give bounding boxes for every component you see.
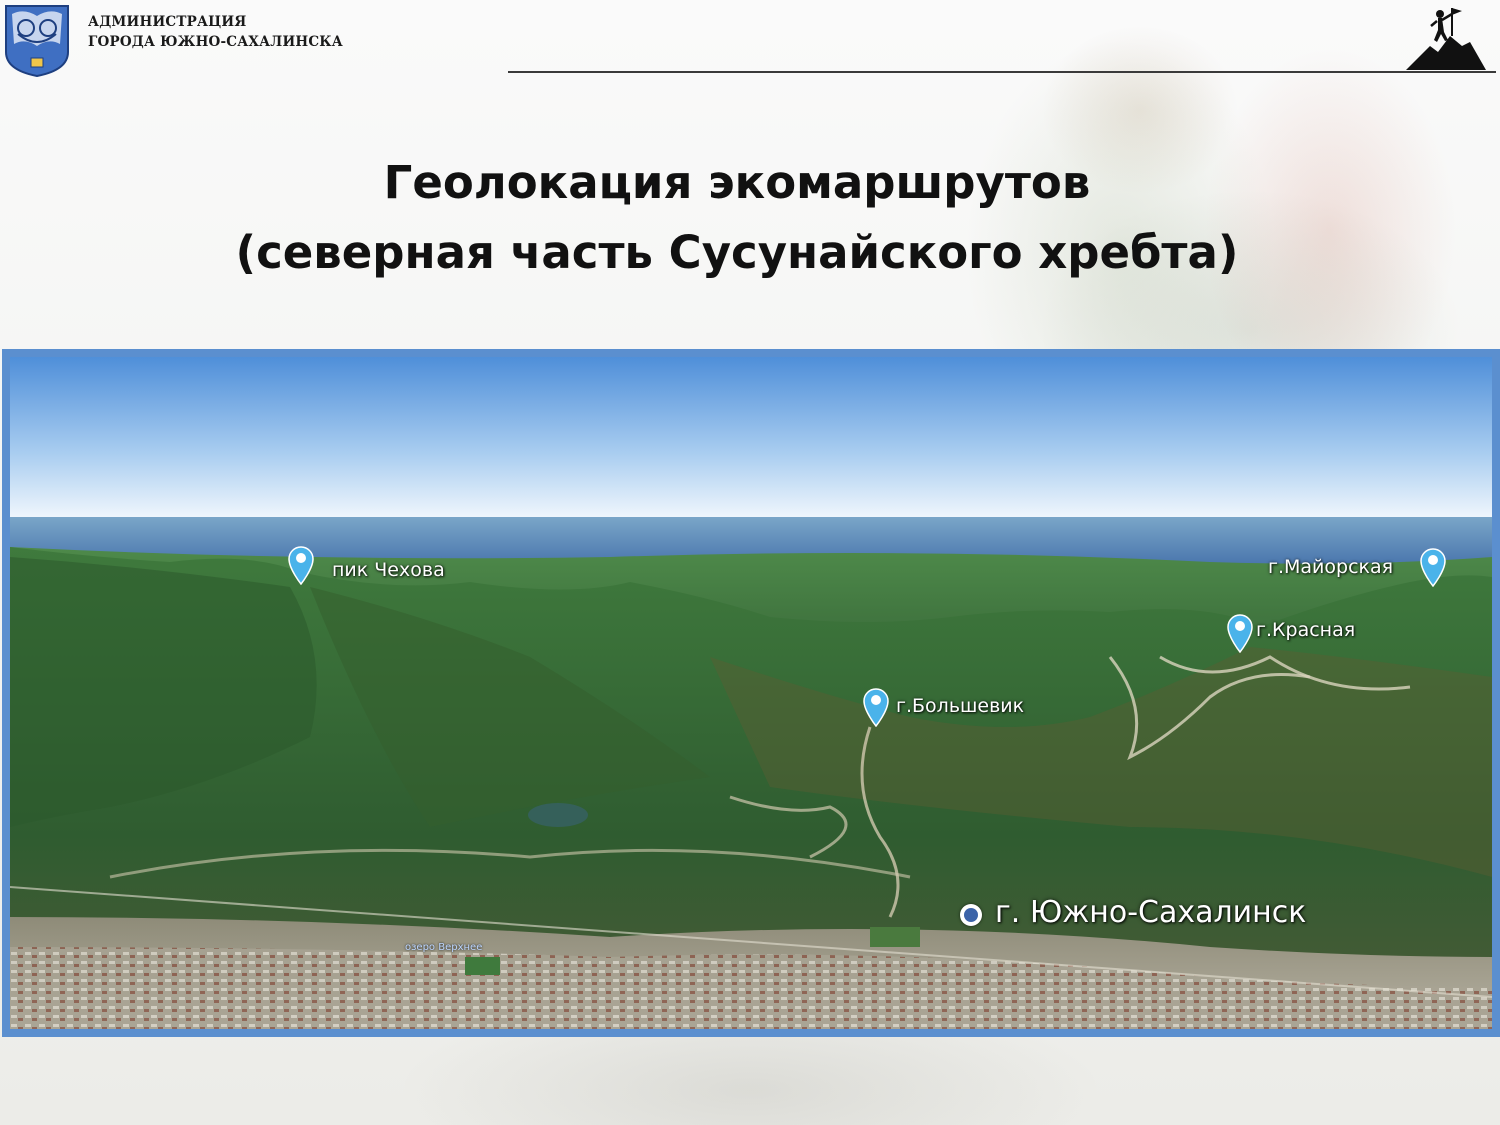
city-location-icon[interactable]	[960, 904, 982, 926]
organization-name-line2: ГОРОДА ЮЖНО-САХАЛИНСКА	[88, 34, 343, 50]
page-title-line2: (северная часть Сусунайского хребта)	[235, 226, 1239, 279]
location-pin-icon[interactable]	[287, 545, 315, 585]
page-title: Геолокация экомаршрутов (северная часть …	[0, 148, 1474, 288]
map-panel: пик Чехова г.Майорская г.Красная г.Больш…	[2, 349, 1500, 1037]
terrain-view: пик Чехова г.Майорская г.Красная г.Больш…	[10, 357, 1492, 1029]
organization-name: АДМИНИСТРАЦИЯ ГОРОДА ЮЖНО-САХАЛИНСКА	[88, 12, 343, 52]
page-title-line1: Геолокация экомаршрутов	[383, 156, 1091, 209]
climber-summit-icon	[1404, 6, 1488, 72]
marker-label-bolshevik: г.Большевик	[896, 695, 1025, 717]
coat-of-arms-icon	[4, 4, 70, 78]
marker-label-chekhov-peak: пик Чехова	[332, 559, 445, 581]
lake-label: озеро Верхнее	[405, 942, 483, 953]
header: АДМИНИСТРАЦИЯ ГОРОДА ЮЖНО-САХАЛИНСКА	[0, 0, 1500, 90]
location-pin-icon[interactable]	[862, 687, 890, 727]
location-pin-icon[interactable]	[1226, 613, 1254, 653]
marker-label-krasnaya: г.Красная	[1256, 619, 1356, 641]
organization-name-line1: АДМИНИСТРАЦИЯ	[88, 14, 247, 30]
location-pin-icon[interactable]	[1419, 547, 1447, 587]
header-divider	[508, 71, 1496, 73]
city-label: г. Южно-Сахалинск	[995, 895, 1307, 930]
marker-label-mayorskaya: г.Майорская	[1268, 556, 1394, 578]
